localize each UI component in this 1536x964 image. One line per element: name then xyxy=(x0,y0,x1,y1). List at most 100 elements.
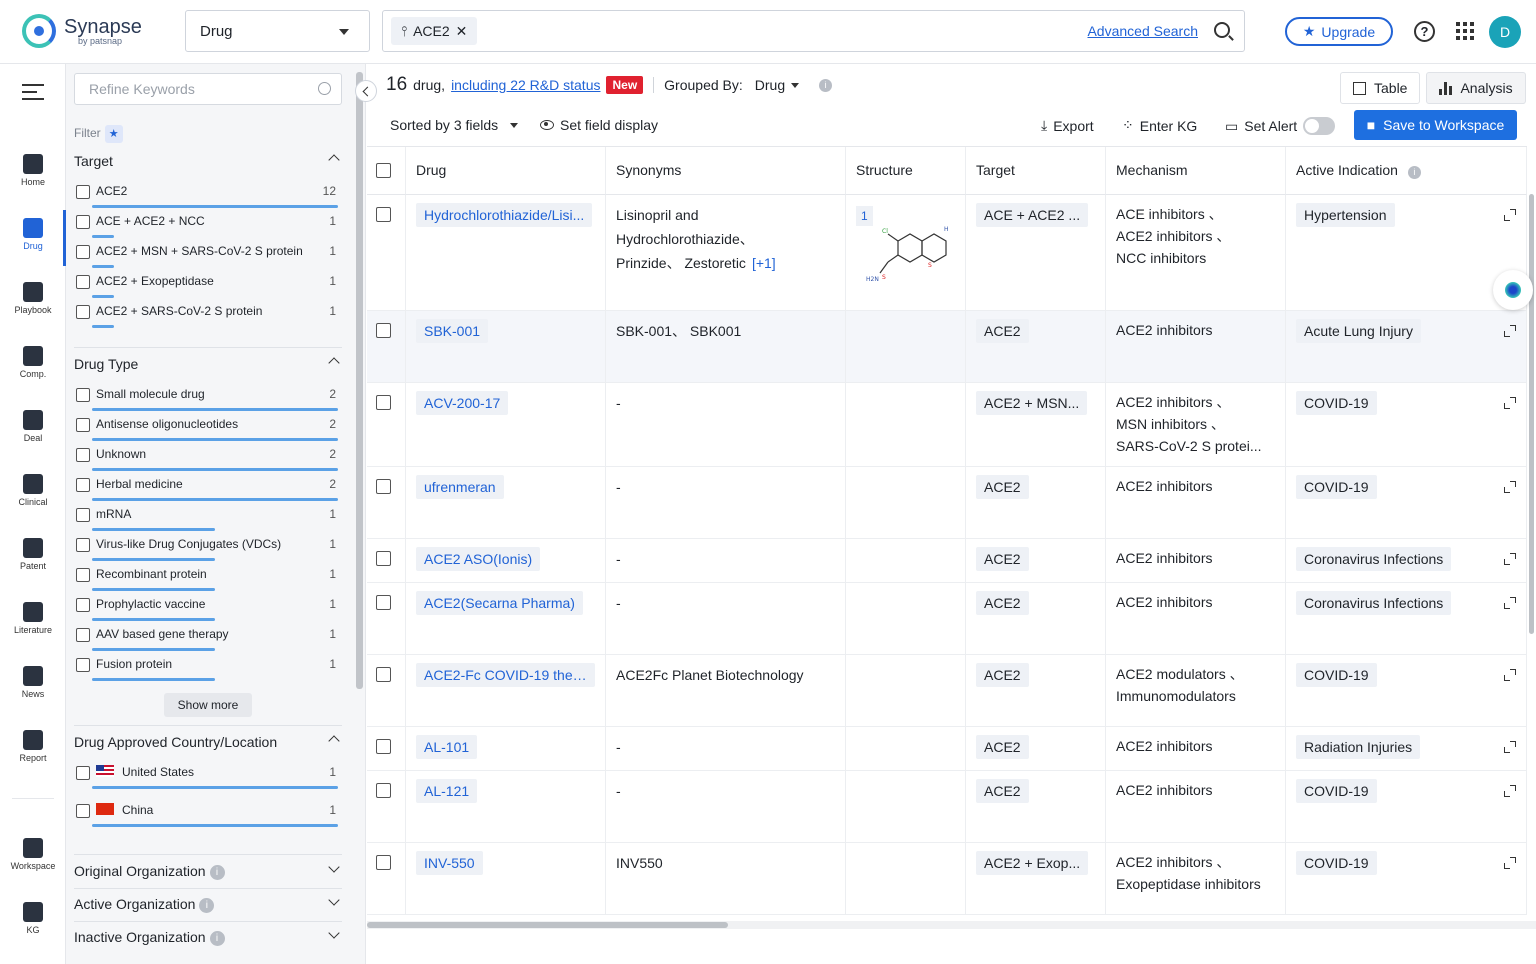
set-alert-toggle[interactable]: ▭Set Alert xyxy=(1225,117,1335,135)
table-row[interactable]: Hydrochlorothiazide/Lisi...Lisinopril an… xyxy=(367,195,1527,311)
target-tag[interactable]: ACE2 + MSN... xyxy=(976,391,1087,415)
table-row[interactable]: SBK-001SBK-001、 SBK001ACE2ACE2 inhibitor… xyxy=(367,311,1527,383)
drug-name-link[interactable]: SBK-001 xyxy=(416,319,488,343)
indication-tag[interactable]: Coronavirus Infections xyxy=(1296,547,1451,571)
indication-tag[interactable]: COVID-19 xyxy=(1296,391,1377,415)
section-drug-type-header[interactable]: Drug Type xyxy=(74,356,342,372)
expand-icon[interactable] xyxy=(1504,785,1516,797)
nav-item-clinical[interactable]: Clinical xyxy=(0,474,66,507)
drug-name-link[interactable]: ACE2(Secarna Pharma) xyxy=(416,591,583,615)
column-header-mechanism[interactable]: Mechanism xyxy=(1106,147,1286,195)
refine-keywords-input[interactable]: Refine Keywords xyxy=(74,73,342,105)
filter-option[interactable]: ACE + ACE2 + NCC1 xyxy=(74,211,342,241)
molecule-structure-image[interactable]: ClSH2NSH xyxy=(858,223,954,293)
apps-grid-icon[interactable] xyxy=(1456,22,1474,40)
indication-tag[interactable]: COVID-19 xyxy=(1296,663,1377,687)
section-target-header[interactable]: Target xyxy=(74,153,342,169)
filter-checkbox[interactable] xyxy=(76,508,90,522)
filter-checkbox[interactable] xyxy=(76,305,90,319)
section-original-org-header[interactable]: Original Organizationi xyxy=(74,863,342,880)
expand-icon[interactable] xyxy=(1504,397,1516,409)
drug-name-link[interactable]: INV-550 xyxy=(416,851,483,875)
table-row[interactable]: AL-121-ACE2ACE2 inhibitorsCOVID-19 xyxy=(367,771,1527,843)
expand-icon[interactable] xyxy=(1504,669,1516,681)
filter-checkbox[interactable] xyxy=(76,568,90,582)
nav-item-report[interactable]: Report xyxy=(0,730,66,763)
filter-option[interactable]: United States1 xyxy=(74,762,342,792)
filter-checkbox[interactable] xyxy=(76,628,90,642)
nav-item-drug[interactable]: Drug xyxy=(0,218,66,251)
drug-name-link[interactable]: ACV-200-17 xyxy=(416,391,508,415)
row-checkbox[interactable] xyxy=(376,667,391,682)
filter-star-icon[interactable]: ★ xyxy=(105,125,123,143)
filter-checkbox[interactable] xyxy=(76,804,90,818)
info-icon[interactable]: i xyxy=(210,931,225,946)
table-row[interactable]: ACE2(Secarna Pharma)-ACE2ACE2 inhibitors… xyxy=(367,583,1527,655)
expand-icon[interactable] xyxy=(1504,857,1516,869)
filter-checkbox[interactable] xyxy=(76,766,90,780)
filter-checkbox[interactable] xyxy=(76,215,90,229)
drug-name-link[interactable]: ACE2-Fc COVID-19 thera... xyxy=(416,663,595,687)
info-icon[interactable]: i xyxy=(210,865,225,880)
upgrade-button[interactable]: ★ Upgrade xyxy=(1285,17,1393,46)
table-row[interactable]: ACV-200-17-ACE2 + MSN...ACE2 inhibitors … xyxy=(367,383,1527,467)
filter-option[interactable]: ACE2 + MSN + SARS-CoV-2 S protein1 xyxy=(74,241,342,271)
column-header-indication[interactable]: Active Indication i xyxy=(1286,147,1527,195)
row-checkbox[interactable] xyxy=(376,323,391,338)
section-inactive-org-header[interactable]: Inactive Organizationi xyxy=(74,929,342,946)
section-active-org-header[interactable]: Active Organizationi xyxy=(74,896,342,913)
filter-checkbox[interactable] xyxy=(76,275,90,289)
filter-option[interactable]: Unknown2 xyxy=(74,444,342,474)
search-input[interactable]: ⫯ ACE2 ✕ Advanced Search xyxy=(382,10,1245,52)
target-tag[interactable]: ACE2 xyxy=(976,591,1029,615)
search-chip[interactable]: ⫯ ACE2 ✕ xyxy=(391,17,477,45)
table-row[interactable]: ACE2-Fc COVID-19 thera...ACE2Fc Planet B… xyxy=(367,655,1527,727)
save-to-workspace-button[interactable]: ■Save to Workspace xyxy=(1354,110,1517,140)
column-header-structure[interactable]: Structure xyxy=(846,147,966,195)
filter-option[interactable]: Recombinant protein1 xyxy=(74,564,342,594)
expand-icon[interactable] xyxy=(1504,741,1516,753)
row-checkbox[interactable] xyxy=(376,551,391,566)
row-checkbox[interactable] xyxy=(376,595,391,610)
filter-checkbox[interactable] xyxy=(76,245,90,259)
table-row[interactable]: INV-550INV550ACE2 + Exop...ACE2 inhibito… xyxy=(367,843,1527,915)
target-tag[interactable]: ACE2 xyxy=(976,475,1029,499)
target-tag[interactable]: ACE2 xyxy=(976,319,1029,343)
row-checkbox[interactable] xyxy=(376,783,391,798)
info-icon[interactable]: i xyxy=(1408,166,1421,179)
column-header-target[interactable]: Target xyxy=(966,147,1106,195)
filter-option[interactable]: AAV based gene therapy1 xyxy=(74,624,342,654)
advanced-search-link[interactable]: Advanced Search xyxy=(1087,23,1198,39)
expand-icon[interactable] xyxy=(1504,481,1516,493)
close-icon[interactable]: ✕ xyxy=(456,23,468,40)
sort-dropdown[interactable]: Sorted by 3 fields xyxy=(390,117,518,133)
nav-item-literature[interactable]: Literature xyxy=(0,602,66,635)
filter-option[interactable]: Prophylactic vaccine1 xyxy=(74,594,342,624)
rd-status-link[interactable]: including 22 R&D status xyxy=(451,77,600,93)
search-type-select[interactable]: Drug xyxy=(185,10,370,52)
filter-option[interactable]: Antisense oligonucleotides2 xyxy=(74,414,342,444)
filter-option[interactable]: Fusion protein1 xyxy=(74,654,342,684)
filter-option[interactable]: mRNA1 xyxy=(74,504,342,534)
row-checkbox[interactable] xyxy=(376,739,391,754)
nav-item-workspace[interactable]: Workspace xyxy=(0,838,66,871)
indication-tag[interactable]: Acute Lung Injury xyxy=(1296,319,1421,343)
ai-assistant-icon[interactable] xyxy=(1493,270,1533,310)
filter-checkbox[interactable] xyxy=(76,388,90,402)
indication-tag[interactable]: Hypertension xyxy=(1296,203,1395,227)
drug-name-link[interactable]: ufrenmeran xyxy=(416,475,504,499)
row-checkbox[interactable] xyxy=(376,479,391,494)
filter-checkbox[interactable] xyxy=(76,418,90,432)
filter-checkbox[interactable] xyxy=(76,538,90,552)
filter-option[interactable]: Virus-like Drug Conjugates (VDCs)1 xyxy=(74,534,342,564)
table-horizontal-scrollbar[interactable] xyxy=(367,921,1536,929)
indication-tag[interactable]: COVID-19 xyxy=(1296,475,1377,499)
nav-item-comp[interactable]: Comp. xyxy=(0,346,66,379)
expand-icon[interactable] xyxy=(1504,325,1516,337)
filter-checkbox[interactable] xyxy=(76,448,90,462)
filter-scrollbar[interactable] xyxy=(356,72,363,689)
filter-option[interactable]: ACE2 + Exopeptidase1 xyxy=(74,271,342,301)
filter-checkbox[interactable] xyxy=(76,658,90,672)
filter-option[interactable]: Herbal medicine2 xyxy=(74,474,342,504)
expand-icon[interactable] xyxy=(1504,209,1516,221)
